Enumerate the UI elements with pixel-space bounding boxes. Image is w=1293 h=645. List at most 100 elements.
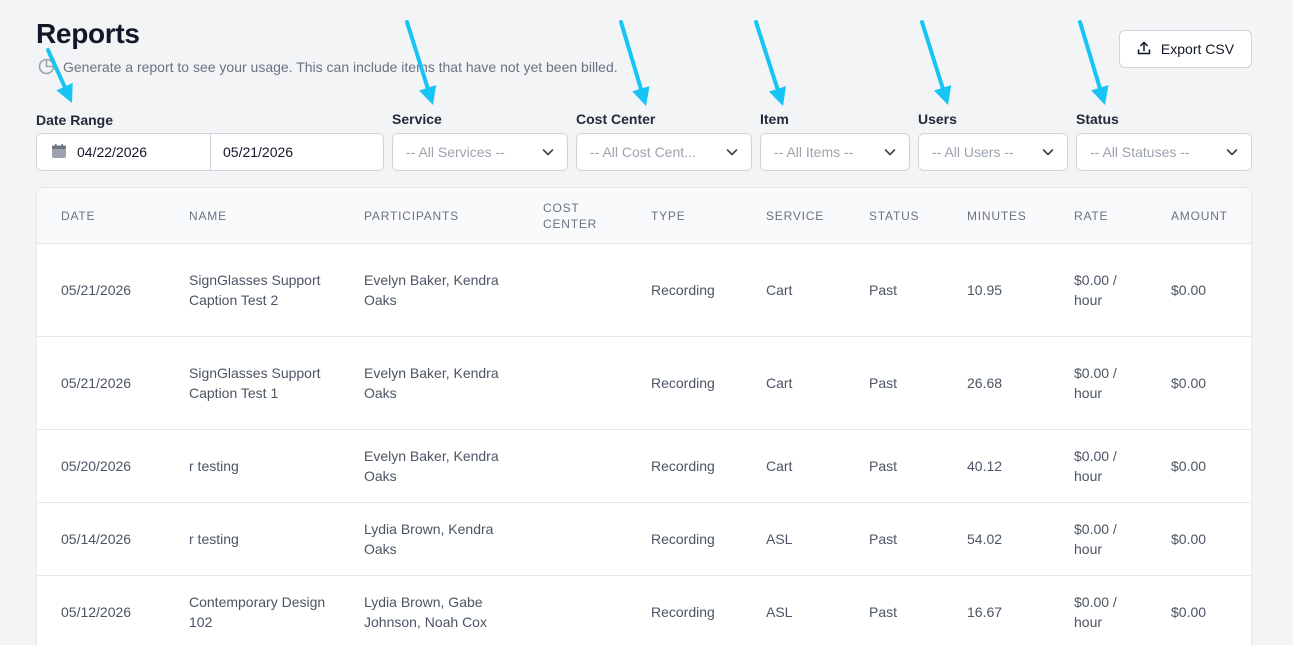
chevron-down-icon <box>726 149 738 156</box>
calendar-icon <box>51 143 67 162</box>
reports-table: DATE NAME PARTICIPANTS COST CENTER TYPE … <box>36 187 1252 645</box>
cell-amount: $0.00 <box>1171 604 1207 620</box>
pie-chart-icon <box>38 58 55 75</box>
cell-minutes: 16.67 <box>967 604 1003 620</box>
date-range-picker: 04/22/2026 05/21/2026 <box>36 133 384 171</box>
cell-cost-center <box>543 430 633 502</box>
cell-name: SignGlasses Support Caption Test 1 <box>189 365 321 401</box>
annotation-arrow <box>754 20 787 106</box>
cost-center-select[interactable]: -- All Cost Cent... <box>576 133 752 171</box>
cell-amount: $0.00 <box>1171 375 1207 391</box>
cell-type: Recording <box>651 458 715 474</box>
status-select-value: -- All Statuses -- <box>1090 144 1190 160</box>
status-select[interactable]: -- All Statuses -- <box>1076 133 1252 171</box>
cell-status: Past <box>869 531 898 547</box>
table-row: 05/14/2026 r testing Lydia Brown, Kendra O… <box>37 503 1251 576</box>
column-header-date: DATE <box>61 209 96 223</box>
column-header-type: TYPE <box>651 209 686 223</box>
column-header-status: STATUS <box>869 209 920 223</box>
cell-participants: Evelyn Baker, Kendra Oaks <box>364 365 499 401</box>
table-body: 05/21/2026 SignGlasses Support Caption Te… <box>37 244 1251 645</box>
column-header-amount: AMOUNT <box>1171 209 1228 223</box>
item-select[interactable]: -- All Items -- <box>760 133 910 171</box>
cell-cost-center <box>543 337 633 429</box>
item-label: Item <box>760 111 789 127</box>
cell-date: 05/20/2026 <box>61 458 132 474</box>
users-select-value: -- All Users -- <box>932 144 1014 160</box>
end-date-value: 05/21/2026 <box>223 144 294 160</box>
cell-service: ASL <box>766 531 793 547</box>
start-date-value: 04/22/2026 <box>77 144 148 160</box>
cell-rate: $0.00 / hour <box>1074 594 1117 630</box>
cell-date: 05/21/2026 <box>61 375 132 391</box>
upload-icon <box>1137 41 1151 58</box>
column-header-cost-center: COST CENTER <box>543 201 598 231</box>
cell-date: 05/12/2026 <box>61 604 132 620</box>
export-csv-button[interactable]: Export CSV <box>1119 30 1252 68</box>
chevron-down-icon <box>542 149 554 156</box>
item-select-value: -- All Items -- <box>774 144 854 160</box>
cost-center-select-value: -- All Cost Cent... <box>590 144 696 160</box>
cell-participants: Lydia Brown, Gabe Johnson, Noah Cox <box>364 594 487 630</box>
cell-cost-center <box>543 576 633 645</box>
cell-name: Contemporary Design 102 <box>189 594 326 630</box>
cell-amount: $0.00 <box>1171 531 1207 547</box>
export-csv-label: Export CSV <box>1160 41 1235 57</box>
subtitle-text: Generate a report to see your usage. Thi… <box>63 58 618 75</box>
cell-service: Cart <box>766 375 793 391</box>
cell-rate: $0.00 / hour <box>1074 365 1117 401</box>
cell-status: Past <box>869 458 898 474</box>
column-header-minutes: MINUTES <box>967 209 1027 223</box>
cell-status: Past <box>869 604 898 620</box>
cell-rate: $0.00 / hour <box>1074 521 1117 557</box>
cell-amount: $0.00 <box>1171 282 1207 298</box>
table-row: 05/21/2026 SignGlasses Support Caption Te… <box>37 337 1251 430</box>
status-label: Status <box>1076 111 1119 127</box>
cell-status: Past <box>869 375 898 391</box>
cell-minutes: 10.95 <box>967 282 1003 298</box>
date-range-label: Date Range <box>36 112 114 128</box>
cell-type: Recording <box>651 604 715 620</box>
cell-service: ASL <box>766 604 793 620</box>
column-header-participants: PARTICIPANTS <box>364 209 459 223</box>
column-header-rate: RATE <box>1074 209 1109 223</box>
cell-type: Recording <box>651 531 715 547</box>
cell-rate: $0.00 / hour <box>1074 272 1117 308</box>
cell-minutes: 26.68 <box>967 375 1003 391</box>
cell-cost-center <box>543 503 633 575</box>
annotation-arrow <box>1078 20 1109 105</box>
cell-service: Cart <box>766 458 793 474</box>
cell-type: Recording <box>651 282 715 298</box>
end-date-field[interactable]: 05/21/2026 <box>211 134 383 170</box>
page-title: Reports <box>36 18 140 49</box>
cell-cost-center <box>543 244 633 336</box>
service-select[interactable]: -- All Services -- <box>392 133 568 171</box>
chevron-down-icon <box>884 149 896 156</box>
users-select[interactable]: -- All Users -- <box>918 133 1068 171</box>
chevron-down-icon <box>1042 149 1054 156</box>
table-header: DATE NAME PARTICIPANTS COST CENTER TYPE … <box>37 188 1251 244</box>
cell-name: r testing <box>189 458 239 474</box>
cell-minutes: 40.12 <box>967 458 1003 474</box>
cell-status: Past <box>869 282 898 298</box>
column-header-name: NAME <box>189 209 227 223</box>
annotation-arrow <box>619 20 650 106</box>
annotation-arrow <box>920 20 952 105</box>
page-subtitle: Generate a report to see your usage. Thi… <box>38 58 618 75</box>
users-label: Users <box>918 111 957 127</box>
cell-minutes: 54.02 <box>967 531 1003 547</box>
cell-service: Cart <box>766 282 793 298</box>
cell-participants: Evelyn Baker, Kendra Oaks <box>364 272 499 308</box>
cell-participants: Evelyn Baker, Kendra Oaks <box>364 448 499 484</box>
service-select-value: -- All Services -- <box>406 144 505 160</box>
cell-amount: $0.00 <box>1171 458 1207 474</box>
table-row: 05/12/2026 Contemporary Design 102 Lydia B… <box>37 576 1251 645</box>
chevron-down-icon <box>1226 149 1238 156</box>
cell-date: 05/14/2026 <box>61 531 132 547</box>
start-date-field[interactable]: 04/22/2026 <box>37 134 211 170</box>
cell-type: Recording <box>651 375 715 391</box>
cell-rate: $0.00 / hour <box>1074 448 1117 484</box>
table-row: 05/21/2026 SignGlasses Support Caption Te… <box>37 244 1251 337</box>
cost-center-label: Cost Center <box>576 111 656 127</box>
cell-participants: Lydia Brown, Kendra Oaks <box>364 521 494 557</box>
